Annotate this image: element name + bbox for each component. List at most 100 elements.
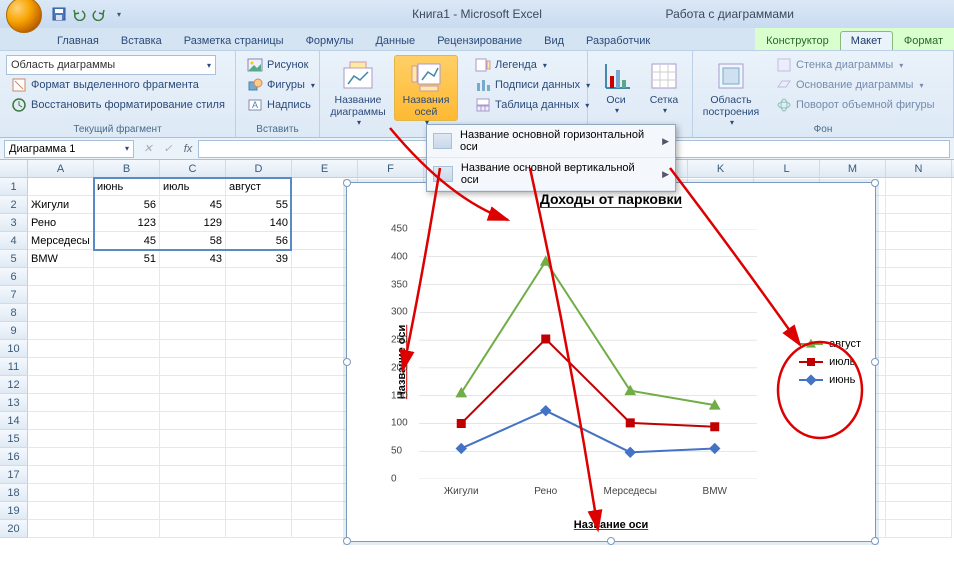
cell[interactable] bbox=[28, 448, 94, 466]
reset-style-button[interactable]: Восстановить форматирование стиля bbox=[6, 95, 229, 115]
row-header[interactable]: 14 bbox=[0, 412, 28, 430]
column-header[interactable]: F bbox=[358, 160, 424, 177]
tab-review[interactable]: Рецензирование bbox=[426, 31, 533, 50]
cell[interactable] bbox=[226, 340, 292, 358]
cell[interactable] bbox=[28, 322, 94, 340]
cell[interactable] bbox=[226, 412, 292, 430]
cell[interactable] bbox=[28, 268, 94, 286]
column-header[interactable]: A bbox=[28, 160, 94, 177]
axis-titles-button[interactable]: Названия осей▾ bbox=[394, 55, 458, 121]
cell[interactable] bbox=[94, 448, 160, 466]
cell[interactable] bbox=[886, 412, 952, 430]
tab-insert[interactable]: Вставка bbox=[110, 31, 173, 50]
row-header[interactable]: 12 bbox=[0, 376, 28, 394]
axes-button[interactable]: Оси▾ bbox=[594, 55, 638, 121]
cell[interactable] bbox=[94, 484, 160, 502]
cell[interactable] bbox=[160, 322, 226, 340]
undo-icon[interactable] bbox=[70, 5, 88, 23]
format-selection-button[interactable]: Формат выделенного фрагмента bbox=[6, 75, 229, 95]
cell[interactable] bbox=[28, 178, 94, 196]
column-header[interactable]: B bbox=[94, 160, 160, 177]
cell[interactable]: BMW bbox=[28, 250, 94, 268]
cell[interactable] bbox=[94, 466, 160, 484]
cell[interactable] bbox=[160, 484, 226, 502]
cell[interactable] bbox=[886, 484, 952, 502]
cell[interactable] bbox=[28, 286, 94, 304]
cell[interactable] bbox=[226, 520, 292, 538]
chart-wall-button[interactable]: Стенка диаграммы▾ bbox=[771, 55, 940, 75]
tab-page-layout[interactable]: Разметка страницы bbox=[173, 31, 295, 50]
cell[interactable] bbox=[28, 484, 94, 502]
column-header[interactable]: M bbox=[820, 160, 886, 177]
cell[interactable] bbox=[886, 430, 952, 448]
data-table-button[interactable]: Таблица данных▾ bbox=[470, 95, 581, 115]
tab-view[interactable]: Вид bbox=[533, 31, 575, 50]
row-header[interactable]: 11 bbox=[0, 358, 28, 376]
cell[interactable] bbox=[28, 304, 94, 322]
row-header[interactable]: 5 bbox=[0, 250, 28, 268]
chart-elements-combo[interactable]: Область диаграммы▾ bbox=[6, 55, 216, 75]
cell[interactable] bbox=[28, 358, 94, 376]
tab-format[interactable]: Формат bbox=[893, 31, 954, 50]
row-header[interactable]: 16 bbox=[0, 448, 28, 466]
cell[interactable] bbox=[226, 466, 292, 484]
cell[interactable] bbox=[94, 412, 160, 430]
3d-rotation-button[interactable]: Поворот объемной фигуры bbox=[771, 95, 940, 115]
row-header[interactable]: 3 bbox=[0, 214, 28, 232]
cell[interactable] bbox=[94, 430, 160, 448]
chart-legend[interactable]: августиюльиюнь bbox=[799, 332, 861, 392]
cell[interactable] bbox=[886, 178, 952, 196]
qat-customize-icon[interactable]: ▾ bbox=[110, 5, 128, 23]
cell[interactable]: 140 bbox=[226, 214, 292, 232]
cell[interactable] bbox=[226, 448, 292, 466]
cell[interactable] bbox=[886, 376, 952, 394]
cell[interactable]: август bbox=[226, 178, 292, 196]
cell[interactable] bbox=[886, 286, 952, 304]
legend-item[interactable]: август bbox=[799, 338, 861, 350]
cell[interactable]: Рено bbox=[28, 214, 94, 232]
cell[interactable] bbox=[94, 502, 160, 520]
row-header[interactable]: 10 bbox=[0, 340, 28, 358]
cell[interactable] bbox=[886, 196, 952, 214]
cell[interactable] bbox=[160, 502, 226, 520]
cell[interactable]: 123 bbox=[94, 214, 160, 232]
plot-area-button[interactable]: Область построения▾ bbox=[699, 55, 763, 121]
column-header[interactable]: E bbox=[292, 160, 358, 177]
cell[interactable] bbox=[886, 448, 952, 466]
picture-button[interactable]: Рисунок bbox=[242, 55, 313, 75]
cell[interactable] bbox=[226, 376, 292, 394]
cell[interactable] bbox=[886, 214, 952, 232]
legend-item[interactable]: июль bbox=[799, 356, 861, 368]
cell[interactable] bbox=[94, 322, 160, 340]
cell[interactable] bbox=[94, 286, 160, 304]
row-header[interactable]: 15 bbox=[0, 430, 28, 448]
tab-data[interactable]: Данные bbox=[364, 31, 426, 50]
tab-layout[interactable]: Макет bbox=[840, 31, 893, 50]
cell[interactable] bbox=[886, 322, 952, 340]
worksheet-grid[interactable]: ABCDEFGHIJKLMN 1июньиюльавгуст2Жигули564… bbox=[0, 160, 954, 575]
cell[interactable]: Мерседесы bbox=[28, 232, 94, 250]
cell[interactable] bbox=[886, 520, 952, 538]
x-axis-title[interactable]: Название оси bbox=[574, 519, 648, 531]
save-icon[interactable] bbox=[50, 5, 68, 23]
cell[interactable] bbox=[94, 358, 160, 376]
data-labels-button[interactable]: Подписи данных▾ bbox=[470, 75, 581, 95]
chart-title[interactable]: Доходы от парковки bbox=[347, 191, 875, 207]
cell[interactable]: июнь bbox=[94, 178, 160, 196]
cell[interactable] bbox=[160, 466, 226, 484]
cell[interactable] bbox=[28, 376, 94, 394]
cell[interactable] bbox=[160, 448, 226, 466]
column-header[interactable]: D bbox=[226, 160, 292, 177]
column-header[interactable]: N bbox=[886, 160, 952, 177]
cell[interactable] bbox=[886, 394, 952, 412]
cell[interactable] bbox=[160, 394, 226, 412]
cell[interactable] bbox=[94, 520, 160, 538]
cell[interactable] bbox=[226, 322, 292, 340]
cell[interactable] bbox=[226, 430, 292, 448]
tab-developer[interactable]: Разработчик bbox=[575, 31, 661, 50]
cell[interactable] bbox=[28, 340, 94, 358]
cell[interactable] bbox=[160, 412, 226, 430]
fx-icon[interactable]: fx bbox=[178, 140, 198, 158]
row-header[interactable]: 9 bbox=[0, 322, 28, 340]
cell[interactable] bbox=[28, 520, 94, 538]
